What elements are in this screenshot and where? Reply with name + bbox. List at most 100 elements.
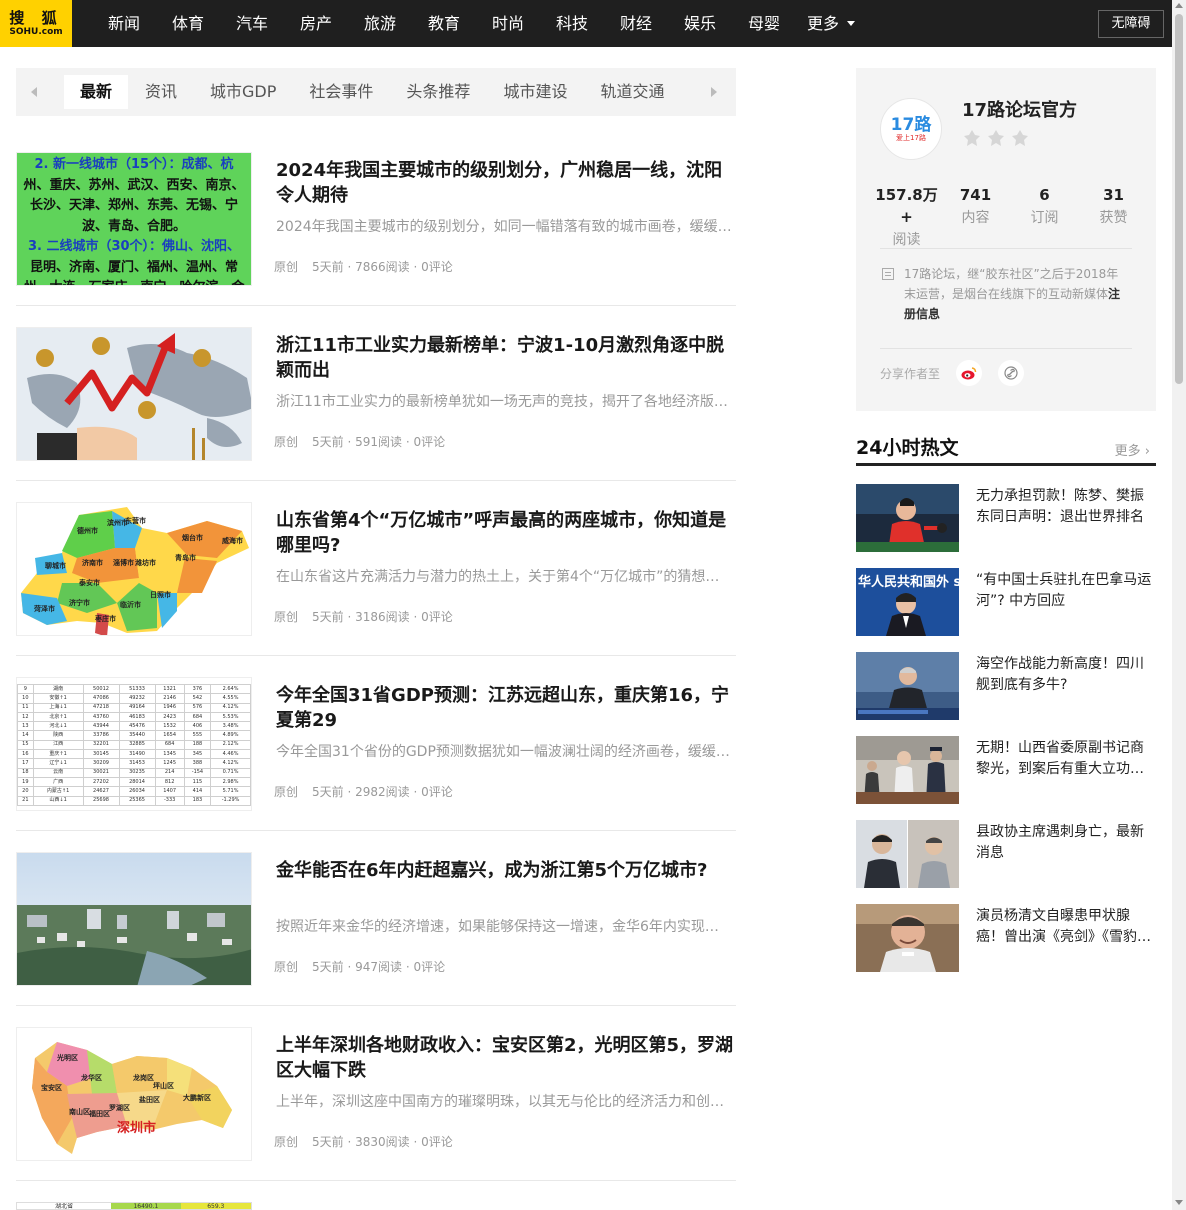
thumb-text-line: 2. 新一线城市（15个）：成都、杭 bbox=[34, 157, 234, 172]
article-thumbnail[interactable]: 2. 新一线城市（15个）：成都、杭 州、重庆、苏州、武汉、西安、南京、 长沙、… bbox=[16, 152, 252, 286]
article-thumbnail[interactable]: 德州市 滨州市 东营市 烟台市 威海市 聊城市 济南市 淄博市 潍坊市 青岛市 … bbox=[16, 502, 252, 636]
gdp-table-cell: 2.64% bbox=[210, 683, 251, 695]
hot-article-item[interactable]: 华人民共和国外 stry o eign A “有中国士兵驻扎在巴拿马运河”? 中… bbox=[856, 568, 1156, 636]
article-meta: 原创 5天前 · 2982阅读 · 0评论 bbox=[274, 783, 453, 800]
article-card[interactable]: 光明区 龙华区 龙岗区 坪山区 宝安区 大鹏新区 南山区 福田区 罗湖区 盐田区… bbox=[16, 1025, 736, 1181]
tabs-next-arrow[interactable] bbox=[696, 68, 732, 116]
hot-article-title[interactable]: 县政协主席遇刺身亡，最新消息 bbox=[976, 822, 1154, 864]
hot-article-image[interactable]: 华人民共和国外 stry o eign A bbox=[856, 568, 959, 636]
article-tag: 原创 bbox=[274, 1135, 299, 1149]
gdp-table-cell: 43944 bbox=[82, 721, 120, 732]
hot-article-title[interactable]: “有中国士兵驻扎在巴拿马运河”? 中方回应 bbox=[976, 570, 1154, 612]
hot-article-title[interactable]: 无力承担罚款！陈梦、樊振东同日声明：退出世界排名 bbox=[976, 486, 1154, 528]
copy-link-button[interactable] bbox=[998, 360, 1024, 386]
hot-article-image[interactable] bbox=[856, 820, 959, 888]
nav-item-education[interactable]: 教育 bbox=[412, 0, 476, 47]
gdp-table-cell: 45476 bbox=[118, 721, 156, 732]
article-title[interactable]: 今年全国31省GDP预测：江苏远超山东，重庆第16，宁夏第29 bbox=[276, 683, 736, 733]
scrollbar-thumb[interactable] bbox=[1175, 14, 1183, 384]
scroll-up-arrow-icon[interactable] bbox=[1175, 3, 1183, 8]
author-avatar[interactable]: 17路 爱上17路 bbox=[880, 98, 942, 160]
article-title[interactable]: 上半年深圳各地财政收入：宝安区第2，光明区第5，罗湖区大幅下跌 bbox=[276, 1033, 736, 1083]
gdp-table-cell: 辽宁↓1 bbox=[32, 758, 84, 769]
article-thumbnail[interactable] bbox=[16, 852, 252, 986]
chevron-right-icon bbox=[711, 87, 717, 97]
author-description: 17路论坛，继“胶东社区”之后于2018年末运营，是烟台在线旗下的互动新媒体注册… bbox=[904, 264, 1130, 324]
nav-item-news[interactable]: 新闻 bbox=[92, 0, 156, 47]
author-name[interactable]: 17路论坛官方 bbox=[962, 96, 1077, 122]
gdp-table-cell: 9 bbox=[17, 683, 34, 695]
tab-rail-transit[interactable]: 轨道交通 bbox=[584, 75, 680, 109]
article-card[interactable]: 德州市 滨州市 东营市 烟台市 威海市 聊城市 济南市 淄博市 潍坊市 青岛市 … bbox=[16, 500, 736, 656]
stat-content: 741 内容 bbox=[941, 184, 1010, 252]
article-card[interactable]: 金华能否在6年内赶超嘉兴，成为浙江第5个万亿城市? 按照近年来金华的经济增速，如… bbox=[16, 850, 736, 1006]
gdp-table-cell: 33786 bbox=[82, 730, 120, 741]
article-summary: 今年全国31个省份的GDP预测数据犹如一幅波澜壮阔的经济画卷，缓缓… bbox=[276, 744, 730, 760]
article-thumbnail-partial[interactable]: 湖北省 16490.1 659.3 bbox=[16, 1202, 252, 1210]
sohu-logo[interactable]: 搜 狐 SOHU.com bbox=[0, 0, 72, 47]
nav-item-baby[interactable]: 母婴 bbox=[732, 0, 796, 47]
logo-domain: SOHU.com bbox=[9, 26, 63, 37]
hot-article-item[interactable]: 无力承担罚款！陈梦、樊振东同日声明：退出世界排名 bbox=[856, 484, 1156, 552]
nav-item-sports[interactable]: 体育 bbox=[156, 0, 220, 47]
stat-reads: 157.8万+ 阅读 bbox=[872, 184, 941, 252]
article-title[interactable]: 金华能否在6年内赶超嘉兴，成为浙江第5个万亿城市? bbox=[276, 858, 736, 883]
hot-more-link[interactable]: 更多 › bbox=[1115, 440, 1150, 459]
nav-item-house[interactable]: 房产 bbox=[284, 0, 348, 47]
article-title[interactable]: 2024年我国主要城市的级别划分，广州稳居一线，沈阳令人期待 bbox=[276, 158, 736, 208]
hot-article-title[interactable]: 海空作战能力新高度！四川舰到底有多牛? bbox=[976, 654, 1154, 696]
tab-latest[interactable]: 最新 bbox=[64, 75, 129, 109]
hot-article-image[interactable] bbox=[856, 736, 959, 804]
link-icon bbox=[1004, 366, 1018, 380]
article-meta: 原创 5天前 · 3830阅读 · 0评论 bbox=[274, 1133, 453, 1150]
article-card[interactable]: 浙江11市工业实力最新榜单：宁波1-10月激烈角逐中脱颖而出 浙江11市工业实力… bbox=[16, 325, 736, 481]
map-label: 宝安区 bbox=[41, 1083, 62, 1092]
map-label: 潍坊市 bbox=[135, 558, 156, 567]
hot-articles-header: 24小时热文 更多 › bbox=[856, 434, 1156, 466]
thumb-text-line: 3. 二线城市（30个）：佛山、沈阳、 bbox=[27, 239, 241, 254]
nav-item-entertainment[interactable]: 娱乐 bbox=[668, 0, 732, 47]
tab-city-construction[interactable]: 城市建设 bbox=[487, 75, 583, 109]
accessibility-button[interactable]: 无障碍 bbox=[1098, 10, 1164, 38]
article-thumbnail[interactable] bbox=[16, 327, 252, 461]
hot-article-title[interactable]: 演员杨清文自曝患甲状腺癌！曾出演《亮剑》《雪豹… bbox=[976, 906, 1154, 948]
nav-item-finance[interactable]: 财经 bbox=[604, 0, 668, 47]
hot-article-item[interactable]: 海空作战能力新高度！四川舰到底有多牛? bbox=[856, 652, 1156, 720]
nav-item-travel[interactable]: 旅游 bbox=[348, 0, 412, 47]
nav-more-menu[interactable]: 更多 bbox=[796, 0, 866, 47]
page-scrollbar[interactable] bbox=[1172, 0, 1186, 1210]
hot-article-image[interactable] bbox=[856, 484, 959, 552]
gdp-table-cell: 3.48% bbox=[210, 721, 251, 732]
share-weibo-button[interactable] bbox=[956, 360, 982, 386]
scroll-down-arrow-icon[interactable] bbox=[1175, 1200, 1183, 1205]
author-description-text: 17路论坛，继“胶东社区”之后于2018年末运营，是烟台在线旗下的互动新媒体 bbox=[904, 267, 1119, 301]
article-stats: 5天前 · 591阅读 · 0评论 bbox=[312, 435, 446, 449]
nav-item-fashion[interactable]: 时尚 bbox=[476, 0, 540, 47]
hot-article-item[interactable]: 无期！山西省委原副书记商黎光，到案后有重大立功… bbox=[856, 736, 1156, 804]
tabs-prev-arrow[interactable] bbox=[16, 68, 52, 116]
hot-article-image[interactable] bbox=[856, 652, 959, 720]
stat-value: 31 bbox=[1103, 186, 1124, 204]
tab-social-events[interactable]: 社会事件 bbox=[293, 75, 389, 109]
map-label: 大鹏新区 bbox=[183, 1093, 211, 1102]
hot-article-item[interactable]: 演员杨清文自曝患甲状腺癌！曾出演《亮剑》《雪豹… bbox=[856, 904, 1156, 972]
article-thumbnail[interactable]: 光明区 龙华区 龙岗区 坪山区 宝安区 大鹏新区 南山区 福田区 罗湖区 盐田区… bbox=[16, 1027, 252, 1161]
gdp-table-cell: 576 bbox=[183, 702, 212, 713]
tab-news[interactable]: 资讯 bbox=[129, 75, 193, 109]
article-card[interactable]: 2. 新一线城市（15个）：成都、杭 州、重庆、苏州、武汉、西安、南京、 长沙、… bbox=[16, 150, 736, 306]
nav-item-auto[interactable]: 汽车 bbox=[220, 0, 284, 47]
tab-city-gdp[interactable]: 城市GDP bbox=[194, 75, 292, 109]
nav-item-tech[interactable]: 科技 bbox=[540, 0, 604, 47]
map-label: 青岛市 bbox=[175, 553, 196, 562]
article-thumbnail[interactable]: 9 湖南 50012 51333 1321 376 2.64% 10 安徽↑1 47086 4923… bbox=[16, 677, 252, 811]
gdp-table-cell: 24627 bbox=[82, 786, 120, 797]
article-title[interactable]: 山东省第4个“万亿城市”呼声最高的两座城市，你知道是哪里吗? bbox=[276, 508, 736, 558]
tab-headlines[interactable]: 头条推荐 bbox=[390, 75, 486, 109]
hot-article-title[interactable]: 无期！山西省委原副书记商黎光，到案后有重大立功… bbox=[976, 738, 1154, 780]
hot-article-item[interactable]: 县政协主席遇刺身亡，最新消息 bbox=[856, 820, 1156, 888]
article-title[interactable]: 浙江11市工业实力最新榜单：宁波1-10月激烈角逐中脱颖而出 bbox=[276, 333, 736, 383]
gdp-table-row: 20 内蒙古↑1 24627 26034 1407 414 5.71% bbox=[17, 786, 251, 797]
gdp-table-cell: 4.12% bbox=[210, 758, 251, 769]
article-card[interactable]: 9 湖南 50012 51333 1321 376 2.64% 10 安徽↑1 47086 4923… bbox=[16, 675, 736, 831]
hot-article-image[interactable] bbox=[856, 904, 959, 972]
